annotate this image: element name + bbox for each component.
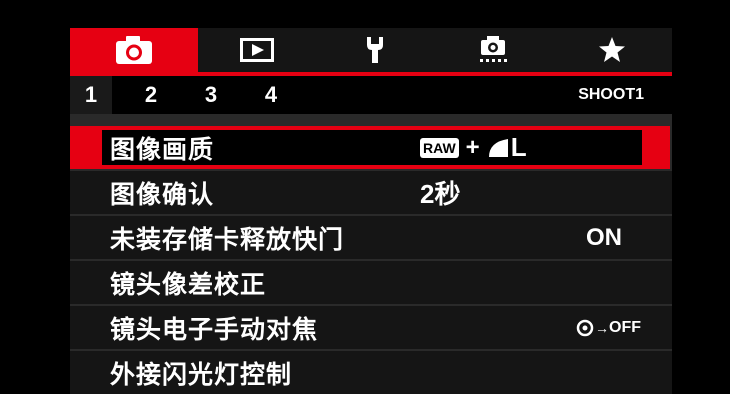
menu-item-label: 图像画质	[110, 134, 215, 164]
menu-item-label: 镜头电子手动对焦	[110, 314, 319, 344]
mf-arrow: →	[595, 319, 609, 336]
focus-ring-icon	[576, 319, 594, 337]
page-label: SHOOT1	[578, 86, 644, 103]
subtab-3[interactable]: 3	[190, 76, 232, 114]
menu-item-external-flash-control[interactable]: 外接闪光灯控制	[70, 351, 672, 394]
lens-mf-value: → OFF	[576, 306, 641, 349]
subtab-4[interactable]: 4	[250, 76, 292, 114]
menu-tab-bar	[70, 28, 672, 72]
subtab-1[interactable]: 1	[70, 76, 112, 114]
custom-camera-icon	[478, 35, 508, 65]
star-icon	[598, 36, 626, 64]
wrench-icon	[364, 35, 386, 65]
tab-custom-functions[interactable]	[434, 28, 552, 72]
mf-state: OFF	[609, 318, 641, 336]
tab-shooting[interactable]	[70, 28, 198, 72]
tab-my-menu[interactable]	[552, 28, 672, 72]
raw-badge: RAW	[420, 137, 459, 158]
camera-icon	[114, 35, 154, 65]
image-review-value: 2秒	[420, 179, 461, 209]
menu-item-label: 图像确认	[110, 179, 215, 209]
tab-playback[interactable]	[198, 28, 316, 72]
menu-item-release-without-card[interactable]: 未装存储卡释放快门 ON	[70, 216, 672, 259]
subtab-2[interactable]: 2	[130, 76, 172, 114]
menu-item-label: 外接闪光灯控制	[110, 359, 293, 389]
release-without-card-value: ON	[586, 223, 622, 251]
plus-sign: +	[465, 133, 480, 161]
menu-item-label: 未装存储卡释放快门	[110, 224, 345, 254]
subtab-bar: 1 2 3 4 SHOOT1	[70, 76, 672, 114]
play-icon	[240, 38, 274, 62]
menu-item-lens-electronic-mf[interactable]: 镜头电子手动对焦 → OFF	[70, 306, 672, 349]
fine-quality-icon	[487, 138, 509, 158]
image-quality-value: RAW + L	[420, 126, 527, 169]
tab-setup[interactable]	[316, 28, 434, 72]
menu-item-image-review[interactable]: 图像确认 2秒	[70, 171, 672, 214]
menu-item-lens-aberration-correction[interactable]: 镜头像差校正	[70, 261, 672, 304]
menu-item-image-quality[interactable]: 图像画质 RAW + L	[70, 126, 670, 169]
camera-menu-screen: 1 2 3 4 SHOOT1 图像画质 RAW + L 图像确认 2秒 未装存储…	[70, 28, 672, 394]
menu-item-label: 镜头像差校正	[110, 269, 267, 299]
size-letter: L	[510, 132, 527, 162]
